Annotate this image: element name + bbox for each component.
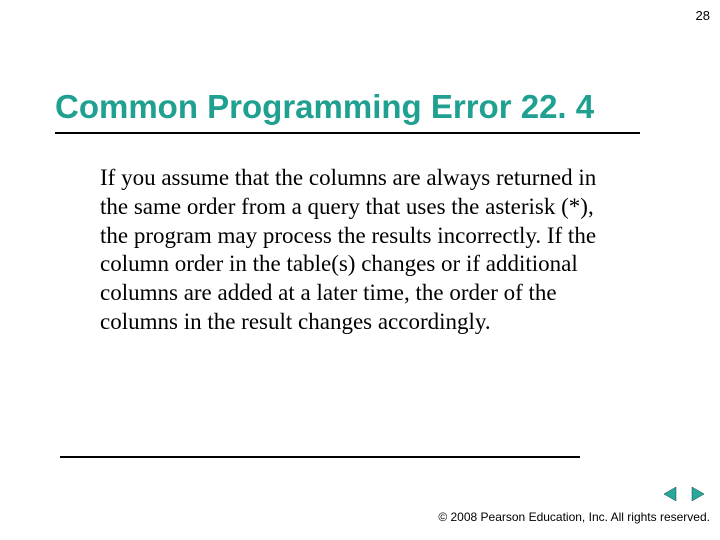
body-text: If you assume that the columns are alway… [100,164,615,337]
prev-arrow-icon[interactable] [662,486,680,502]
page-number: 28 [696,8,710,23]
next-arrow-icon[interactable] [688,486,706,502]
title-underline [55,132,640,134]
bottom-divider [60,456,580,458]
slide-title: Common Programming Error 22. 4 [55,88,665,132]
nav-controls [662,486,706,502]
copyright-text: © 2008 Pearson Education, Inc. All right… [438,510,710,524]
